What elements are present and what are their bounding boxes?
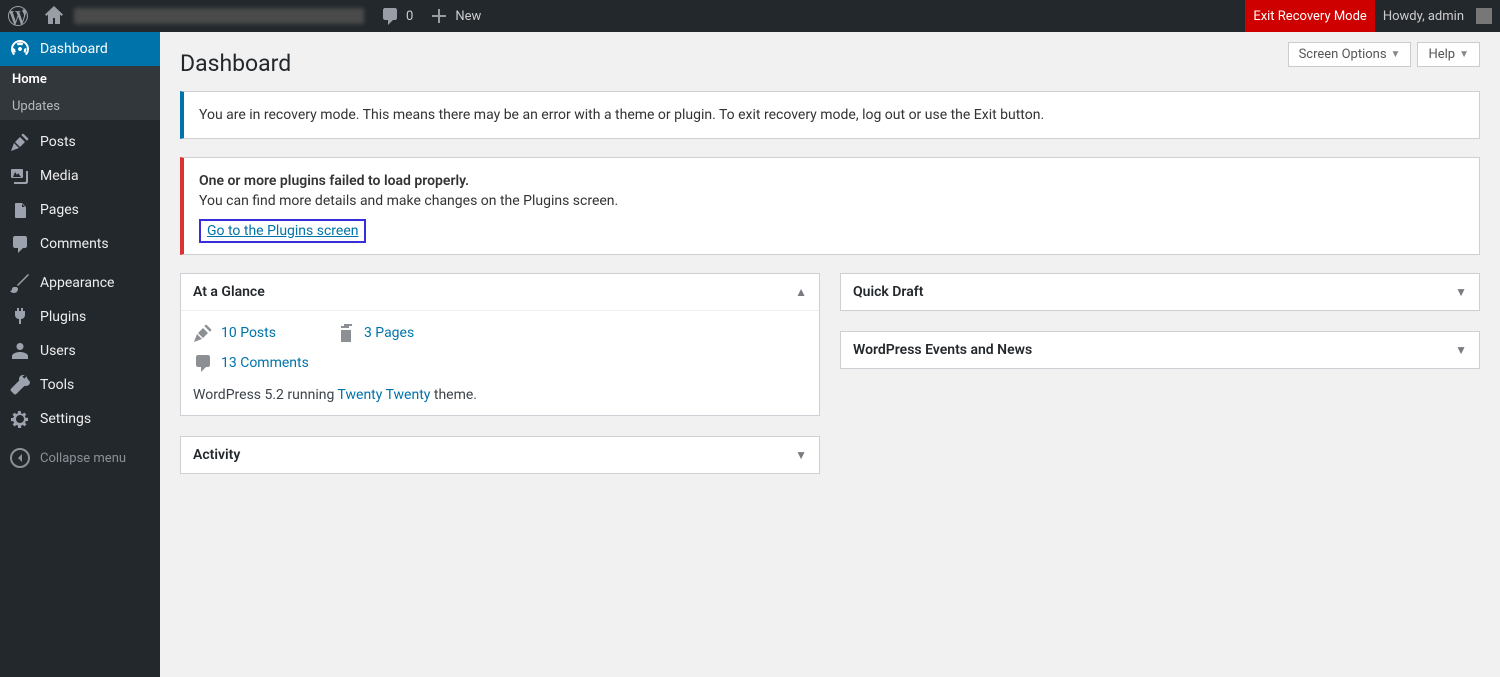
go-to-plugins-link[interactable]: Go to the Plugins screen <box>207 223 358 239</box>
site-name-blurred <box>74 8 364 24</box>
submenu-updates[interactable]: Updates <box>0 93 160 120</box>
page-icon <box>10 200 30 220</box>
my-account-menu[interactable]: Howdy, admin <box>1375 0 1500 32</box>
collapse-icon <box>10 448 30 468</box>
comments-link[interactable]: 13 Comments <box>221 355 309 371</box>
admin-menu: Dashboard Home Updates Posts Media Pages… <box>0 32 160 677</box>
site-name-menu[interactable] <box>36 0 372 32</box>
collapse-menu-button[interactable]: Collapse menu <box>0 441 160 475</box>
screen-options-button[interactable]: Screen Options ▼ <box>1288 42 1412 67</box>
sidebar-item-tools[interactable]: Tools <box>0 368 160 402</box>
comments-count: 0 <box>406 9 413 24</box>
quick-draft-widget: Quick Draft ▼ <box>840 273 1480 311</box>
recovery-mode-notice: You are in recovery mode. This means the… <box>180 91 1480 139</box>
sidebar-item-dashboard[interactable]: Dashboard <box>0 32 160 66</box>
sidebar-item-users[interactable]: Users <box>0 334 160 368</box>
sidebar-item-pages[interactable]: Pages <box>0 193 160 227</box>
comment-icon <box>193 353 213 373</box>
brush-icon <box>10 273 30 293</box>
collapse-down-icon[interactable]: ▼ <box>795 448 807 462</box>
media-icon <box>10 166 30 186</box>
collapse-down-icon[interactable]: ▼ <box>1455 343 1467 357</box>
admin-bar: 0 New Exit Recovery Mode Howdy, admin <box>0 0 1500 32</box>
chevron-down-icon: ▼ <box>1391 49 1401 60</box>
glance-posts: 10 Posts <box>193 323 276 343</box>
help-button[interactable]: Help ▼ <box>1417 42 1480 67</box>
user-icon <box>10 341 30 361</box>
comments-menu[interactable]: 0 <box>372 0 421 32</box>
sidebar-item-comments[interactable]: Comments <box>0 227 160 261</box>
dashboard-icon <box>10 39 30 59</box>
plugins-failed-notice: One or more plugins failed to load prope… <box>180 157 1480 255</box>
comments-icon <box>10 234 30 254</box>
greeting-text: Howdy, admin <box>1383 9 1464 24</box>
events-news-header[interactable]: WordPress Events and News ▼ <box>841 332 1479 368</box>
plug-icon <box>10 307 30 327</box>
dashboard-submenu: Home Updates <box>0 66 160 120</box>
pages-link[interactable]: 3 Pages <box>364 325 414 341</box>
at-a-glance-header[interactable]: At a Glance ▲ <box>181 274 819 311</box>
wrench-icon <box>10 375 30 395</box>
glance-footer: WordPress 5.2 running Twenty Twenty them… <box>193 387 807 403</box>
avatar <box>1476 8 1492 24</box>
sidebar-item-media[interactable]: Media <box>0 159 160 193</box>
activity-widget: Activity ▼ <box>180 436 820 474</box>
posts-link[interactable]: 10 Posts <box>221 325 276 341</box>
at-a-glance-widget: At a Glance ▲ 10 Posts 3 Pages <box>180 273 820 416</box>
go-to-plugins-highlight: Go to the Plugins screen <box>199 219 366 243</box>
pages-icon <box>336 323 356 343</box>
sidebar-item-posts[interactable]: Posts <box>0 125 160 159</box>
sidebar-item-plugins[interactable]: Plugins <box>0 300 160 334</box>
quick-draft-header[interactable]: Quick Draft ▼ <box>841 274 1479 310</box>
glance-comments: 13 Comments <box>193 353 807 373</box>
sidebar-item-appearance[interactable]: Appearance <box>0 266 160 300</box>
submenu-home[interactable]: Home <box>0 66 160 93</box>
settings-icon <box>10 409 30 429</box>
events-news-widget: WordPress Events and News ▼ <box>840 331 1480 369</box>
wp-logo-menu[interactable] <box>0 0 36 32</box>
collapse-down-icon[interactable]: ▼ <box>1455 285 1467 299</box>
activity-header[interactable]: Activity ▼ <box>181 437 819 473</box>
new-label: New <box>455 9 481 24</box>
plus-icon <box>429 6 449 26</box>
theme-link[interactable]: Twenty Twenty <box>338 387 431 403</box>
collapse-up-icon[interactable]: ▲ <box>795 285 807 299</box>
glance-pages: 3 Pages <box>336 323 414 343</box>
comment-icon <box>380 6 400 26</box>
new-content-menu[interactable]: New <box>421 0 489 32</box>
home-icon <box>44 6 64 26</box>
page-content: Screen Options ▼ Help ▼ Dashboard You ar… <box>160 32 1500 494</box>
pin-icon <box>193 323 213 343</box>
sidebar-item-settings[interactable]: Settings <box>0 402 160 436</box>
wordpress-icon <box>8 6 28 26</box>
chevron-down-icon: ▼ <box>1459 49 1469 60</box>
page-title: Dashboard <box>180 32 1480 91</box>
exit-recovery-mode-button[interactable]: Exit Recovery Mode <box>1245 0 1375 32</box>
pin-icon <box>10 132 30 152</box>
